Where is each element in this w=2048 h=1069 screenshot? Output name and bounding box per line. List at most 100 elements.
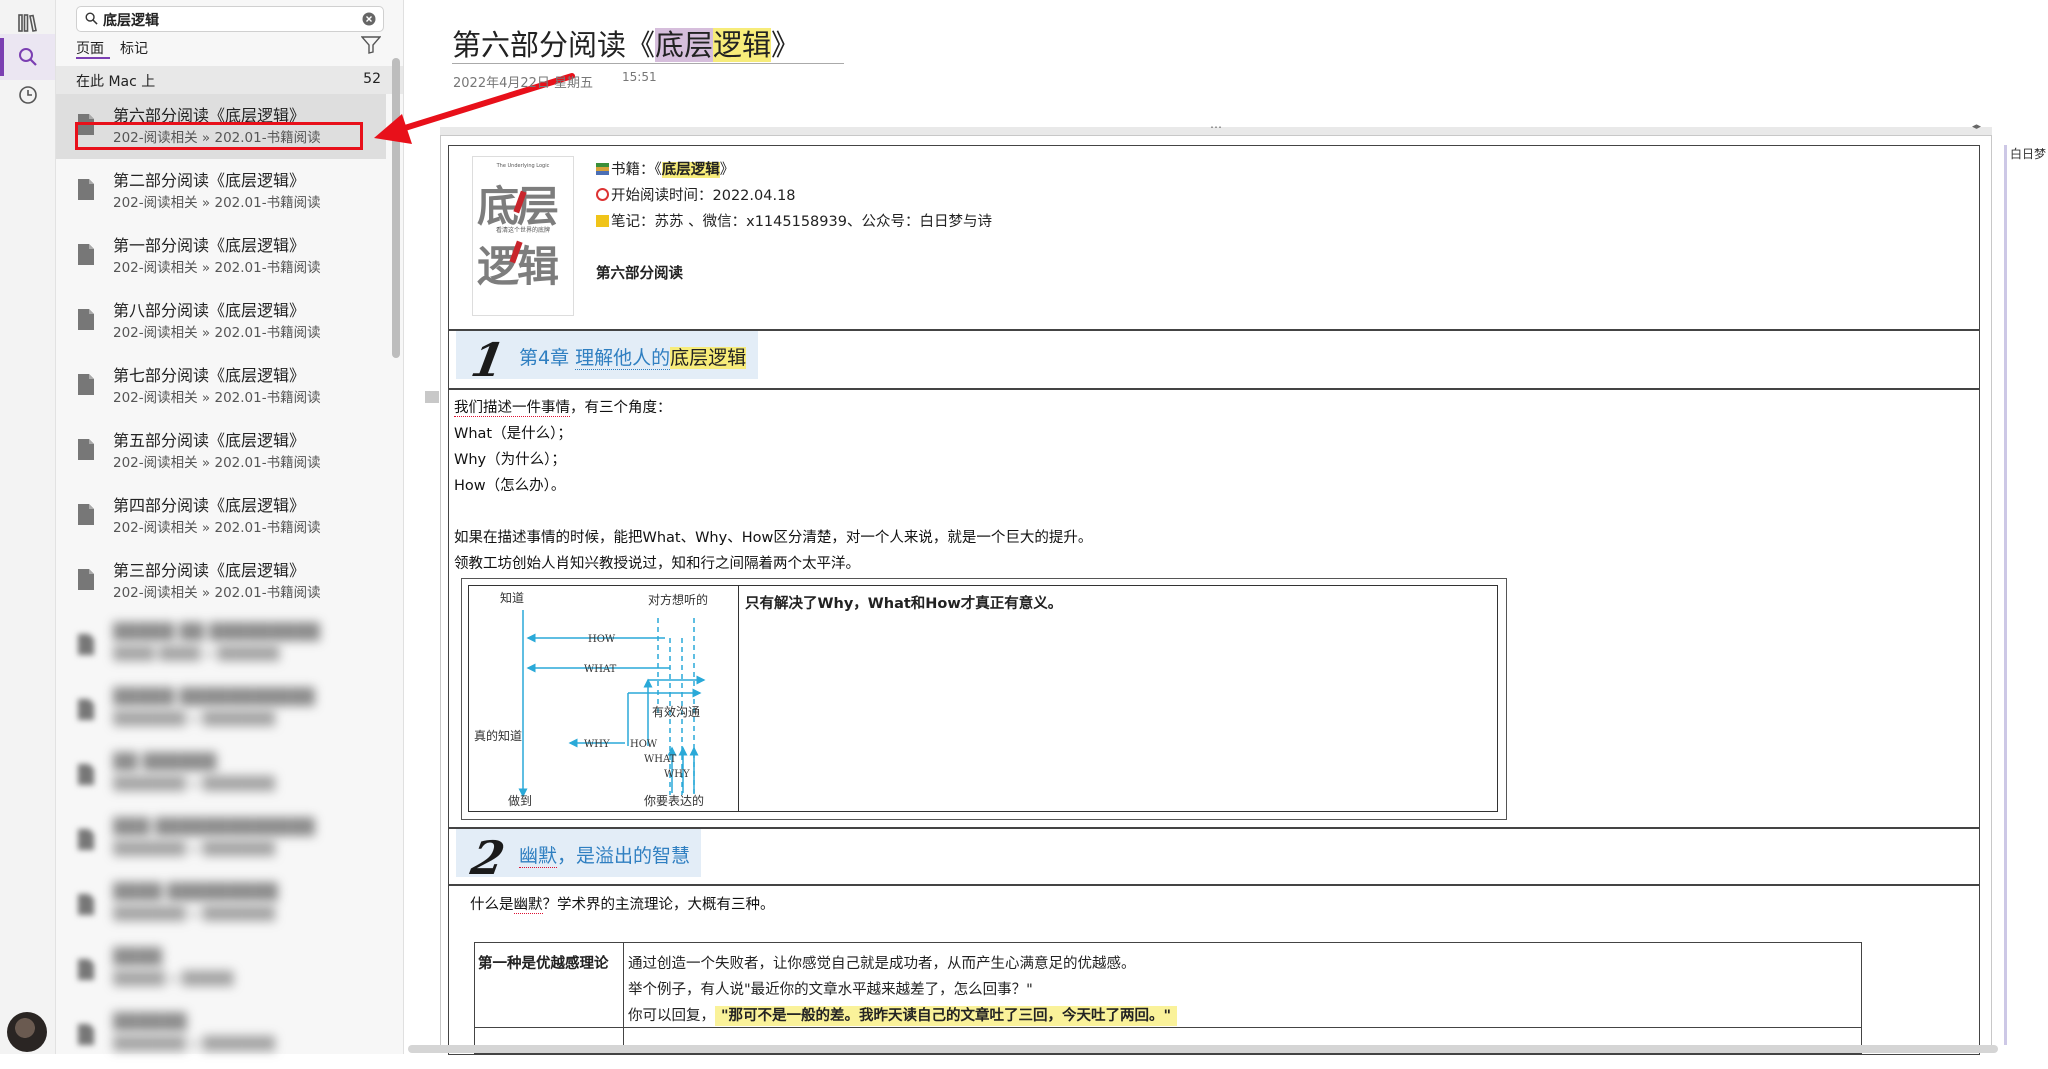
result-item[interactable]: 第二部分阅读《底层逻辑》 202-阅读相关 » 202.01-书籍阅读 bbox=[56, 159, 386, 224]
chapter-heading-1[interactable]: 1 第4章 理解他人的底层逻辑 bbox=[456, 331, 758, 387]
result-path: 202-阅读相关 » 202.01-书籍阅读 bbox=[113, 325, 321, 341]
diagram-label: WHAT bbox=[644, 754, 677, 765]
highlight-box bbox=[75, 122, 363, 150]
result-title: ▒▒▒▒▒▒ bbox=[113, 1012, 187, 1031]
tab-pages[interactable]: 页面 bbox=[76, 38, 104, 58]
page-icon bbox=[78, 439, 94, 460]
body-paragraph[interactable]: Why（为什么）； bbox=[454, 448, 566, 469]
meta-text: 笔记：苏苏 、微信：x1145158939、公众号：白日梦与诗 bbox=[611, 214, 992, 230]
result-title: 第五部分阅读《底层逻辑》 bbox=[113, 431, 306, 450]
table-cell-text: 举个例子，有人说"最近你的文章水平越来越差了，怎么回事？" bbox=[628, 982, 1033, 998]
page-time: 15:51 bbox=[622, 70, 657, 84]
result-item[interactable]: ▒▒▒▒ ▒▒▒▒▒ » ▒▒▒▒▒ bbox=[56, 939, 386, 1004]
filter-icon[interactable] bbox=[361, 36, 381, 54]
spellcheck-text: 我们描述一件事情 bbox=[454, 400, 570, 417]
note-icon bbox=[596, 215, 609, 227]
diagram-caption: 只有解决了Why，What和How才真正有意义。 bbox=[745, 596, 1063, 612]
body-paragraph[interactable]: How（怎么办）。 bbox=[454, 474, 565, 495]
result-path: ▒▒▒▒▒ » ▒▒▒▒▒ bbox=[113, 971, 234, 987]
title-text: 》 bbox=[771, 28, 801, 62]
meta-text: 书籍：《 bbox=[611, 162, 662, 178]
result-item[interactable]: 第三部分阅读《底层逻辑》 202-阅读相关 » 202.01-书籍阅读 bbox=[56, 549, 386, 614]
results-list: 第六部分阅读《底层逻辑》 202-阅读相关 » 202.01-书籍阅读 第二部分… bbox=[56, 94, 386, 1069]
book-cover-image[interactable]: The Underlying Logic 底层 逻辑 看清这个世界的底牌 bbox=[472, 156, 574, 316]
page-icon bbox=[78, 309, 94, 330]
diagram-label: 做到 bbox=[508, 793, 532, 808]
scope-label: 在此 Mac 上 bbox=[76, 74, 156, 90]
container-handle[interactable]: ⋯ ◂▸ bbox=[440, 120, 1992, 136]
table-cell-label: 第一种是优越感理论 bbox=[478, 956, 609, 972]
result-item[interactable]: ▒▒▒▒▒ ▒▒ ▒▒▒▒▒▒▒▒▒ ▒▒▒▒ ▒▒▒▒ » ▒▒▒▒▒▒ bbox=[56, 614, 386, 679]
result-path: ▒▒▒▒▒▒▒ » ▒▒▒▒▒▒▒ bbox=[113, 711, 276, 727]
page-title[interactable]: 第六部分阅读《底层逻辑》 bbox=[452, 22, 800, 64]
result-path: ▒▒▒▒▒▒▒ » ▒▒▒▒▒▒▒ bbox=[113, 776, 276, 792]
result-path: 202-阅读相关 » 202.01-书籍阅读 bbox=[113, 390, 321, 406]
result-title: ▒▒▒▒ ▒▒▒▒▒▒▒▒▒ bbox=[113, 882, 279, 901]
result-title: ▒▒▒ ▒▒▒▒▒▒▒▒▒▒▒▒▒ bbox=[113, 817, 315, 836]
page-icon bbox=[78, 959, 94, 980]
body-paragraph[interactable]: 什么是幽默？学术界的主流理论，大概有三种。 bbox=[470, 893, 775, 914]
result-title: 第一部分阅读《底层逻辑》 bbox=[113, 236, 306, 255]
result-item[interactable]: 第八部分阅读《底层逻辑》 202-阅读相关 » 202.01-书籍阅读 bbox=[56, 289, 386, 354]
page-icon bbox=[78, 1024, 94, 1045]
chapter-title-text: ，是溢出的智慧 bbox=[557, 845, 691, 867]
body-paragraph[interactable]: 如果在描述事情的时候，能把What、Why、How区分清楚，对一个人来说，就是一… bbox=[454, 526, 1092, 547]
title-text: 第六部分阅读《 bbox=[452, 28, 656, 62]
communication-diagram[interactable]: 知道 对方想听的 HOW WHAT 有效沟通 真的知道 WHY HOW WHAT… bbox=[470, 588, 736, 810]
result-path: ▒▒▒▒▒▒▒ » ▒▒▒▒▒▒▒ bbox=[113, 906, 276, 922]
chapter-title-text: 理解他人的 bbox=[575, 347, 671, 370]
result-item[interactable]: 第四部分阅读《底层逻辑》 202-阅读相关 » 202.01-书籍阅读 bbox=[56, 484, 386, 549]
tab-tags[interactable]: 标记 bbox=[120, 38, 148, 58]
body-text: 什么是 bbox=[470, 897, 514, 913]
result-item[interactable]: ▒▒▒▒ ▒▒▒▒▒▒▒▒▒ ▒▒▒▒▒▒▒ » ▒▒▒▒▒▒▒ bbox=[56, 874, 386, 939]
result-title: ▒▒▒▒▒ ▒▒▒▒▒▒▒▒▒▒▒ bbox=[113, 687, 315, 706]
result-path: ▒▒▒▒ ▒▒▒▒ » ▒▒▒▒▒▒ bbox=[113, 646, 280, 662]
spellcheck-text: 幽默 bbox=[513, 897, 543, 914]
result-item[interactable]: 第一部分阅读《底层逻辑》 202-阅读相关 » 202.01-书籍阅读 bbox=[56, 224, 386, 289]
drag-handle-icon[interactable]: ⋯ bbox=[1210, 120, 1222, 134]
clear-search-icon[interactable] bbox=[362, 12, 376, 26]
result-item[interactable]: ▒▒▒ ▒▒▒▒▒▒▒▒▒▒▒▒▒ ▒▒▒▒▒▒▒ » ▒▒▒▒▒▒▒ bbox=[56, 809, 386, 874]
recent-button[interactable] bbox=[0, 72, 55, 118]
paragraph-handle[interactable] bbox=[425, 391, 439, 403]
result-path: 202-阅读相关 » 202.01-书籍阅读 bbox=[113, 520, 321, 536]
search-icon bbox=[18, 48, 37, 66]
page-icon bbox=[78, 764, 94, 785]
diagram-label: WHY bbox=[584, 739, 610, 750]
section-label: 第六部分阅读 bbox=[596, 266, 683, 282]
resize-icon[interactable]: ◂▸ bbox=[1972, 122, 1981, 132]
library-icon bbox=[17, 14, 37, 32]
result-item[interactable]: 第五部分阅读《底层逻辑》 202-阅读相关 » 202.01-书籍阅读 bbox=[56, 419, 386, 484]
page-icon bbox=[78, 244, 94, 265]
chapter-title: 幽默，是溢出的智慧 bbox=[519, 841, 690, 868]
horizontal-scrollbar[interactable] bbox=[408, 1045, 1998, 1053]
search-query: 底层逻辑 bbox=[103, 13, 159, 29]
page-icon bbox=[78, 504, 94, 525]
body-paragraph[interactable]: 领教工坊创始人肖知兴教授说过，知和行之间隔着两个太平洋。 bbox=[454, 552, 860, 573]
result-title: ▒▒▒▒▒ ▒▒ ▒▒▒▒▒▒▒▒▒ bbox=[113, 622, 321, 641]
diagram-label: 对方想听的 bbox=[648, 592, 708, 607]
avatar[interactable] bbox=[7, 1012, 47, 1052]
diagram-label: WHY bbox=[664, 769, 690, 780]
body-paragraph[interactable]: 我们描述一件事情，有三个角度： bbox=[454, 396, 672, 417]
chapter-heading-2[interactable]: 2 幽默，是溢出的智慧 bbox=[456, 829, 701, 885]
result-item[interactable]: ▒▒ ▒▒▒▒▒▒ ▒▒▒▒▒▒▒ » ▒▒▒▒▒▒▒ bbox=[56, 744, 386, 809]
cover-subtitle: The Underlying Logic bbox=[496, 163, 550, 169]
result-item[interactable]: ▒▒▒▒▒ ▒▒▒▒▒▒▒▒▒▒▒ ▒▒▒▒▒▒▒ » ▒▒▒▒▒▒▒ bbox=[56, 679, 386, 744]
page-icon bbox=[78, 894, 94, 915]
result-path: 202-阅读相关 » 202.01-书籍阅读 bbox=[113, 585, 321, 601]
cover-tagline: 看清这个世界的底牌 bbox=[495, 227, 550, 234]
result-path: 202-阅读相关 » 202.01-书籍阅读 bbox=[113, 195, 321, 211]
result-item[interactable]: 第七部分阅读《底层逻辑》 202-阅读相关 » 202.01-书籍阅读 bbox=[56, 354, 386, 419]
page-date: 2022年4月22日 星期五 bbox=[453, 76, 594, 91]
clipped-side-text: 白日梦 bbox=[2010, 147, 2047, 161]
diagram-label: WHAT bbox=[584, 664, 617, 675]
body-paragraph[interactable]: What（是什么）； bbox=[454, 422, 572, 443]
search-input[interactable]: 底层逻辑 bbox=[76, 6, 384, 32]
scope-header[interactable]: 在此 Mac 上 52 bbox=[56, 66, 403, 94]
active-tab-indicator bbox=[76, 57, 110, 59]
result-title: ▒▒▒▒ bbox=[113, 947, 163, 966]
chapter-title-highlight: 底层逻辑 bbox=[670, 347, 747, 369]
result-item[interactable]: ▒▒▒▒▒▒ ▒▒▒▒▒▒▒ » ▒▒▒▒▒▒▒ bbox=[56, 1004, 386, 1069]
start-date-line: 开始阅读时间：2022.04.18 bbox=[596, 184, 796, 205]
